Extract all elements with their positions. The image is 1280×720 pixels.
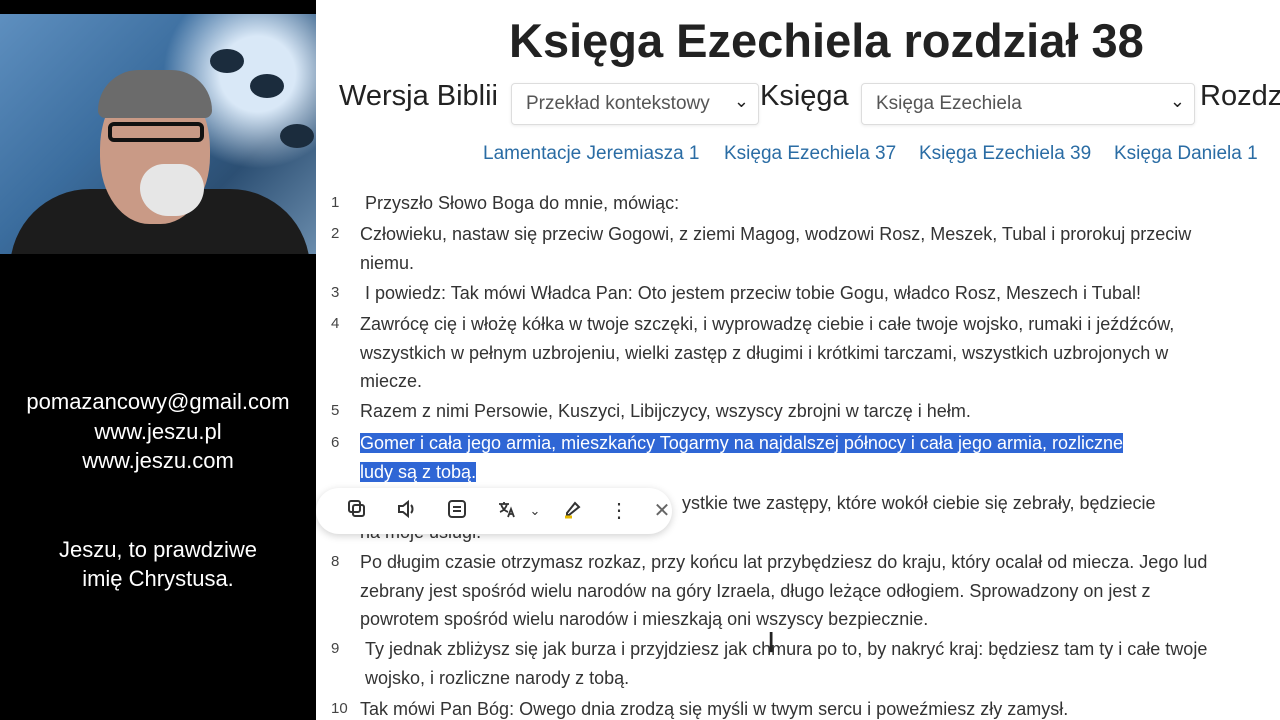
contact-site-pl: www.jeszu.pl [94,419,222,444]
background-leaf [280,124,314,148]
chevron-down-icon: ⌄ [733,91,749,111]
verse-number: 9 [331,640,340,657]
chevron-down-icon[interactable]: ⌄ [522,498,548,524]
verse-number: 5 [331,402,340,419]
verse-text-line1: ystkie twe zastępy, które wokół ciebie s… [682,493,1156,513]
translate-icon[interactable] [494,498,520,524]
verse-number: 6 [331,434,340,451]
verse-number: 10 [331,700,348,717]
verse-text: Człowieku, nastaw się przeciw Gogowi, z … [360,224,1192,273]
nav-link-previous-chapter[interactable]: Księga Ezechiela 37 [724,143,896,165]
verse-text: Ty jednak zbliżysz się jak burza i przyj… [365,639,1208,688]
selected-text-line1: Gomer i cała jego armia, mieszkańcy Toga… [360,433,1124,453]
verse-text: I powiedz: Tak mówi Władca Pan: Oto jest… [365,283,1142,303]
close-icon[interactable]: ✕ [649,498,675,524]
book-select-value: Księga Ezechiela [876,93,1022,114]
contact-site-com: www.jeszu.com [82,448,234,473]
page-title: Księga Ezechiela rozdział 38 [509,14,1144,67]
more-icon[interactable]: ⋮ [606,498,632,524]
verse-text: ystkie twe zastępy, które wokół ciebie s… [360,489,1222,546]
verse-text: Po długim czasie otrzymasz rozkaz, przy … [360,552,1208,629]
copy-icon[interactable] [344,498,370,524]
person-hair [98,70,212,118]
bible-page: Księga Ezechiela rozdział 38 Wersja Bibl… [316,0,1280,720]
verse-number: 3 [331,284,340,301]
verse-number: 8 [331,553,340,570]
person-glasses [108,122,204,142]
summary-icon[interactable] [444,498,470,524]
version-select-value: Przekład kontekstowy [526,93,710,114]
chevron-down-icon: ⌄ [1169,91,1185,111]
verse-number: 1 [331,194,340,211]
tagline-line2: imię Chrystusa. [82,566,234,591]
verse-text: Razem z nimi Persowie, Kuszyci, Libijczy… [360,401,971,421]
text-cursor-icon: I [767,626,776,659]
left-panel: pomazancowy@gmail.com www.jeszu.pl www.j… [0,0,322,720]
verse-number: 4 [331,315,340,332]
chapter-label: Rozdz [1200,80,1280,112]
webcam-video [0,14,322,254]
person-beard [140,164,204,216]
selected-text-line2: ludy są z tobą. [360,461,477,482]
contact-email: pomazancowy@gmail.com [26,389,290,414]
background-leaf [210,49,244,73]
highlight-icon[interactable] [560,498,586,524]
book-label: Księga [760,80,849,112]
verse-text: Tak mówi Pan Bóg: Owego dnia zrodzą się … [360,699,1069,719]
version-select[interactable]: Przekład kontekstowy ⌄ [511,83,759,125]
read-aloud-icon[interactable] [394,498,420,524]
nav-link-next-book[interactable]: Księga Daniela 1 [1114,143,1258,165]
text-selection-toolbar: ⌄ ⋮ ✕ [316,488,672,534]
verse-text: Przyszło Słowo Boga do mnie, mówiąc: [365,193,680,213]
version-label: Wersja Biblii [339,80,499,112]
tagline-line1: Jeszu, to prawdziwe [58,537,258,562]
verse-text: Zawrócę cię i włożę kółka w twoje szczęk… [360,314,1175,391]
background-leaf [250,74,284,98]
verse-number: 2 [331,225,340,242]
book-select[interactable]: Księga Ezechiela ⌄ [861,83,1195,125]
verse-text[interactable]: Gomer i cała jego armia, mieszkańcy Toga… [360,429,1230,486]
nav-link-previous-book[interactable]: Lamentacje Jeremiasza 1 [483,143,700,165]
nav-link-next-chapter[interactable]: Księga Ezechiela 39 [919,143,1091,165]
